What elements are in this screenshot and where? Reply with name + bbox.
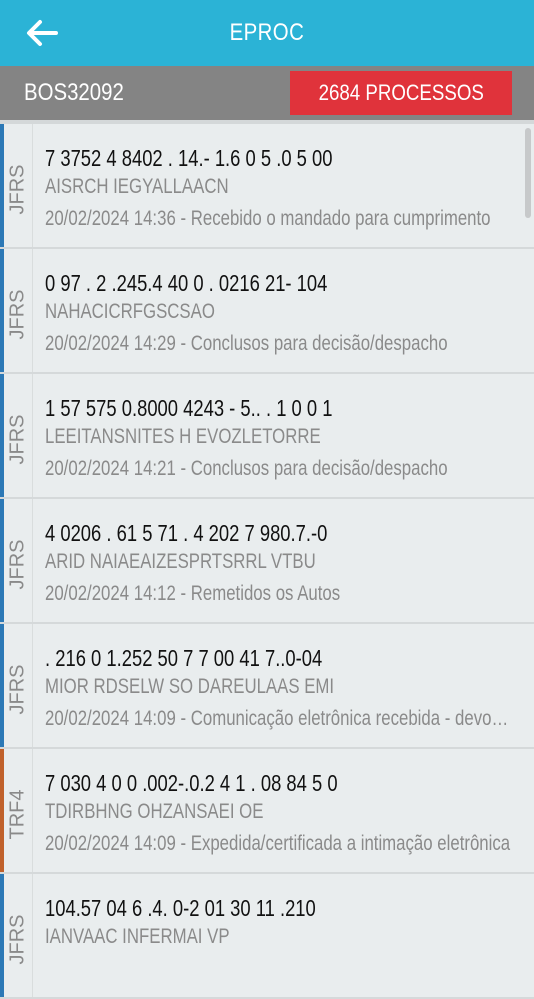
back-button[interactable] [22,14,62,52]
court-column: JFRS [0,624,33,747]
event-separator: - [175,582,191,605]
court-column: JFRS [0,374,33,497]
event-timestamp: 20/02/2024 14:29 [45,332,176,355]
court-column: TRF4 [0,749,33,872]
scrollbar[interactable] [525,128,531,218]
court-column: JFRS [0,124,33,247]
court-stripe [0,874,4,997]
court-stripe [0,249,4,372]
court-stripe [0,499,4,622]
court-stripe [0,374,4,497]
process-list: JFRS 7 3752 4 8402 . 14.- 1.6 0 5 .0 5 00… [0,124,534,999]
process-card[interactable]: TRF4 7 030 4 0 0 .002-.0.2 4 1 . 08 84 5 … [0,749,534,874]
event-description: Recebido o mandado para cumprimento [190,207,491,230]
process-parties: LEEITANSNITES H EVOZLETORRE [45,425,321,448]
event-timestamp: 20/02/2024 14:09 [45,707,176,730]
court-column: JFRS [0,249,33,372]
process-parties: NAHACICRFGSCSAO [45,300,215,323]
page-title: EPROC [229,19,305,46]
process-last-event: 20/02/2024 14:36 - Recebido o mandado pa… [45,202,511,236]
court-column: JFRS [0,874,33,997]
court-label: TRF4 [6,789,29,839]
event-description: Conclusos para decisão/despacho [190,332,448,355]
process-parties: ARID NAIAEAIZESPRTSRRL VTBU [45,550,316,573]
event-timestamp: 20/02/2024 14:09 [45,832,176,855]
process-number: 7 3752 4 8402 . 14.- 1.6 0 5 .0 5 00 [45,145,333,171]
court-label: JFRS [6,164,29,214]
process-card[interactable]: JFRS 1 57 575 0.8000 4243 - 5.. . 1 0 0 1… [0,374,534,499]
court-label: JFRS [6,289,29,339]
process-last-event: 20/02/2024 14:29 - Conclusos para decisã… [45,327,511,361]
event-timestamp: 20/02/2024 14:12 [45,582,176,605]
process-details: 0 97 . 2 .245.4 40 0 . 0216 21- 104 NAHAC… [33,249,534,372]
process-details: . 216 0 1.252 50 7 7 00 41 7..0-04 MIOR R… [33,624,534,747]
event-timestamp: 20/02/2024 14:21 [45,457,176,480]
event-description: Remetidos os Autos [190,582,341,605]
event-separator: - [175,707,191,730]
event-description: Conclusos para decisão/despacho [190,457,448,480]
process-last-event [45,952,511,986]
court-label: JFRS [6,414,29,464]
court-stripe [0,624,4,747]
process-number: . 216 0 1.252 50 7 7 00 41 7..0-04 [45,645,323,671]
process-details: 7 030 4 0 0 .002-.0.2 4 1 . 08 84 5 0 TDI… [33,749,534,872]
process-last-event: 20/02/2024 14:21 - Conclusos para decisã… [45,452,511,486]
process-details: 1 57 575 0.8000 4243 - 5.. . 1 0 0 1 LEEI… [33,374,534,497]
process-number: 4 0206 . 61 5 71 . 4 202 7 980.7.-0 [45,520,328,546]
court-label: JFRS [6,914,29,964]
court-stripe [0,749,4,872]
court-column: JFRS [0,499,33,622]
process-details: 7 3752 4 8402 . 14.- 1.6 0 5 .0 5 00 AISR… [33,124,534,247]
event-separator: - [175,332,191,355]
court-stripe [0,124,4,247]
process-card[interactable]: JFRS 0 97 . 2 .245.4 40 0 . 0216 21- 104 N… [0,249,534,374]
court-label: JFRS [6,539,29,589]
user-code: BOS32092 [24,79,124,106]
event-separator: - [175,207,191,230]
event-separator: - [175,457,191,480]
process-parties: MIOR RDSELW SO DAREULAAS EMI [45,675,335,698]
process-count-label: 2684 PROCESSOS [318,80,484,105]
process-last-event: 20/02/2024 14:09 - Expedida/certificada … [45,827,511,861]
app-header: EPROC [0,0,534,66]
process-number: 104.57 04 6 .4. 0-2 01 30 11 .210 [45,895,316,921]
process-card[interactable]: JFRS . 216 0 1.252 50 7 7 00 41 7..0-04 MI… [0,624,534,749]
process-number: 0 97 . 2 .245.4 40 0 . 0216 21- 104 [45,270,328,296]
process-parties: AISRCH IEGYALLAACN [45,175,229,198]
event-timestamp: 20/02/2024 14:36 [45,207,176,230]
event-description: Expedida/certificada a intimação eletrôn… [190,832,511,855]
process-details: 4 0206 . 61 5 71 . 4 202 7 980.7.-0 ARID … [33,499,534,622]
arrow-left-icon [27,20,58,46]
court-label: JFRS [6,664,29,714]
event-separator: - [175,832,191,855]
process-last-event: 20/02/2024 14:09 - Comunicação eletrônic… [45,702,511,736]
process-card[interactable]: JFRS 4 0206 . 61 5 71 . 4 202 7 980.7.-0 A… [0,499,534,624]
process-number: 1 57 575 0.8000 4243 - 5.. . 1 0 0 1 [45,395,333,421]
user-bar: BOS32092 2684 PROCESSOS [0,66,534,124]
process-parties: IANVAAC INFERMAI VP [45,925,230,948]
process-details: 104.57 04 6 .4. 0-2 01 30 11 .210 IANVAAC… [33,874,534,997]
process-card[interactable]: JFRS 104.57 04 6 .4. 0-2 01 30 11 .210 IAN… [0,874,534,999]
process-parties: TDIRBHNG OHZANSAEI OE [45,800,264,823]
process-count-badge[interactable]: 2684 PROCESSOS [289,71,512,115]
process-card[interactable]: JFRS 7 3752 4 8402 . 14.- 1.6 0 5 .0 5 00… [0,124,534,249]
process-last-event: 20/02/2024 14:12 - Remetidos os Autos [45,577,511,611]
process-number: 7 030 4 0 0 .002-.0.2 4 1 . 08 84 5 0 [45,770,338,796]
event-description: Comunicação eletrônica recebida - devolv… [190,707,512,730]
